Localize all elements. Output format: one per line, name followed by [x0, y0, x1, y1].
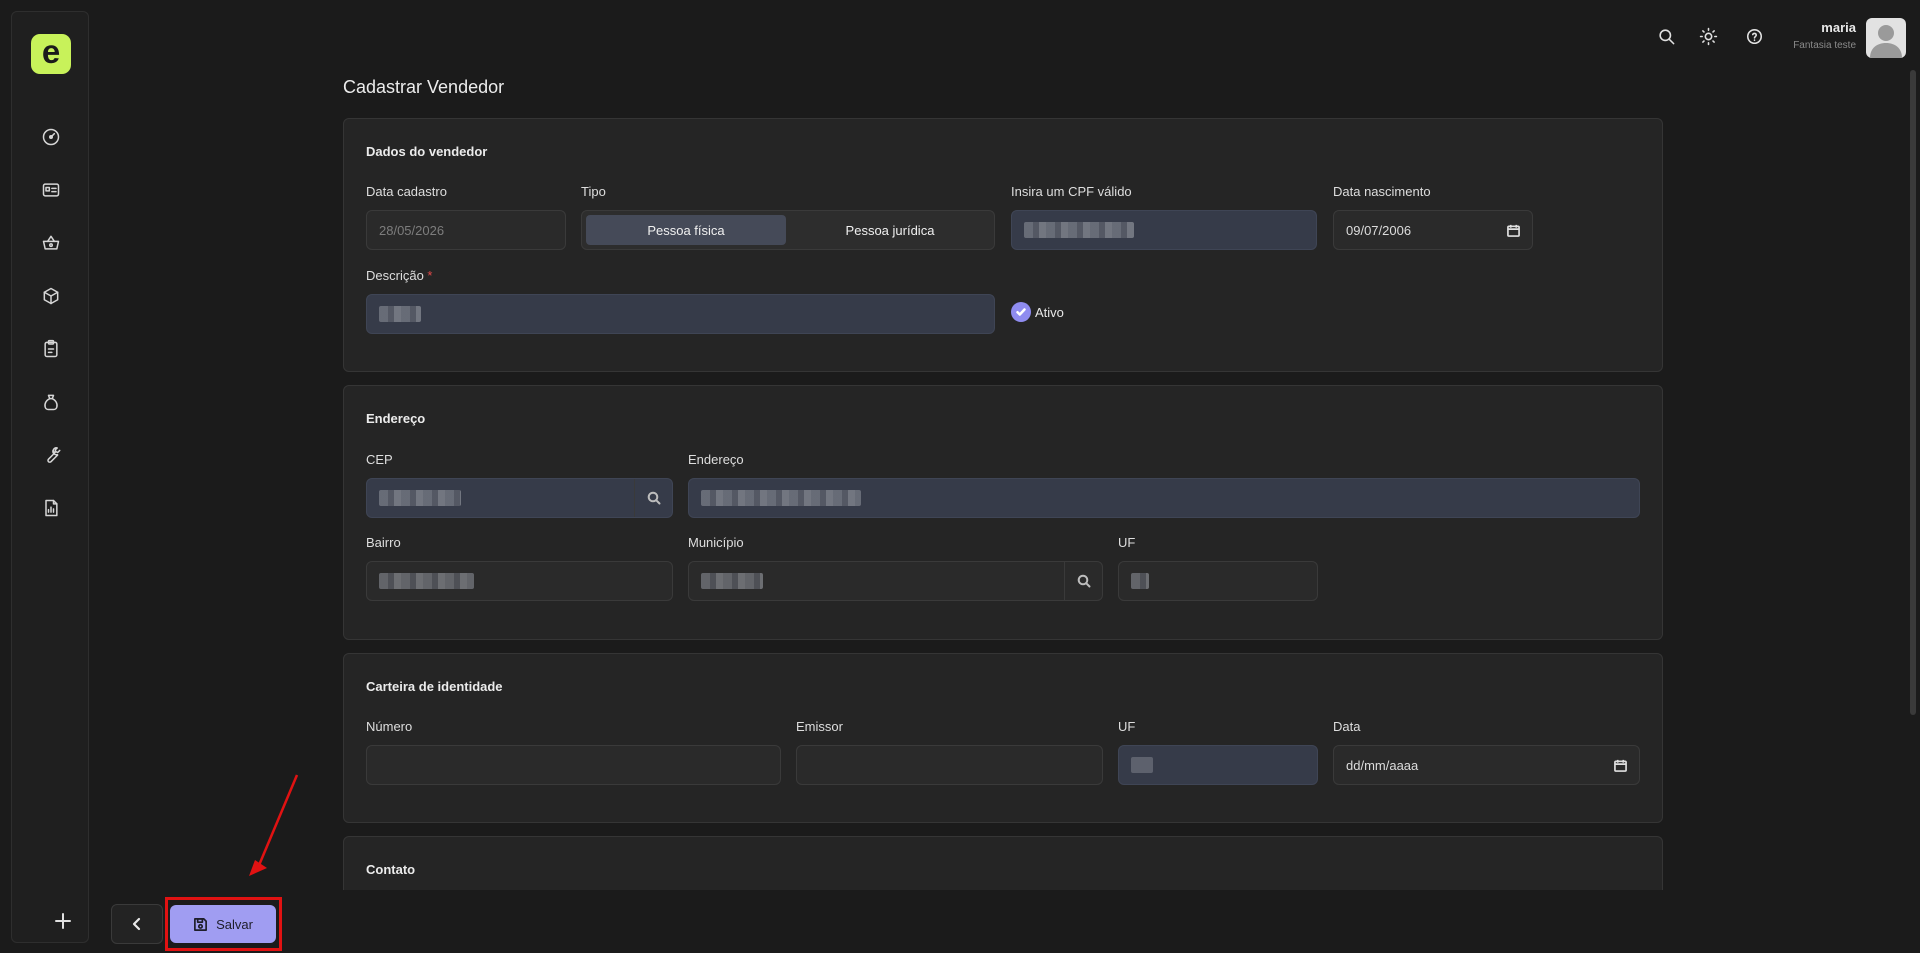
box-icon[interactable] [39, 284, 63, 308]
user-name[interactable]: maria [1821, 20, 1856, 35]
endereco-label: Endereço [688, 452, 744, 467]
cep-label: CEP [366, 452, 393, 467]
bairro-label: Bairro [366, 535, 401, 550]
data-nascimento-value: 09/07/2006 [1346, 222, 1412, 238]
wrench-icon[interactable] [39, 443, 63, 467]
sun-icon[interactable] [1696, 24, 1720, 48]
dashboard-gauge-icon[interactable] [39, 125, 63, 149]
bairro-value-redacted [379, 573, 474, 589]
numero-label: Número [366, 719, 413, 734]
cpf-input[interactable] [1011, 210, 1317, 250]
search-icon[interactable] [1654, 24, 1678, 48]
sidebar: e [11, 11, 89, 943]
clipboard-icon[interactable] [39, 337, 63, 361]
emissor-label: Emissor [796, 719, 843, 734]
data-cadastro-field[interactable]: 28/05/2026 [366, 210, 566, 250]
tipo-option-pessoa-fisica[interactable]: Pessoa física [586, 215, 786, 245]
required-mark: * [427, 268, 433, 283]
logo-letter: e [41, 33, 61, 70]
card-carteira-identidade: Carteira de identidade Número Emissor UF… [343, 653, 1663, 823]
rg-uf-label: UF [1118, 719, 1136, 734]
uf-value-redacted [1131, 573, 1149, 589]
bairro-input[interactable] [366, 561, 673, 601]
rg-data-placeholder: dd/mm/aaaa [1346, 757, 1419, 773]
id-card-icon[interactable] [39, 178, 63, 202]
descricao-label-text: Descrição [366, 268, 424, 283]
cpf-value-redacted [1024, 222, 1134, 238]
chevron-left-icon [132, 917, 141, 931]
section-title-carteira: Carteira de identidade [366, 679, 503, 694]
footer-backdrop [343, 890, 1663, 953]
data-nascimento-label: Data nascimento [1333, 184, 1431, 199]
page-scrollbar[interactable] [1910, 70, 1916, 715]
numero-input[interactable] [366, 745, 781, 785]
rg-uf-input[interactable] [1118, 745, 1318, 785]
avatar[interactable] [1866, 18, 1906, 58]
cep-input[interactable] [366, 478, 673, 518]
check-icon[interactable] [1011, 302, 1031, 322]
card-endereco: Endereço CEP Endereço Bairro Município U… [343, 385, 1663, 640]
descricao-input[interactable] [366, 294, 995, 334]
rg-data-input[interactable]: dd/mm/aaaa [1333, 745, 1640, 785]
brand-logo[interactable]: e [31, 34, 71, 74]
municipio-input[interactable] [688, 561, 1103, 601]
annotation-arrow-icon [249, 774, 299, 876]
rg-data-label: Data [1333, 719, 1361, 734]
rg-uf-value-redacted [1131, 757, 1153, 773]
endereco-value-redacted [701, 490, 861, 506]
municipio-label: Município [688, 535, 744, 550]
tipo-option-pessoa-juridica[interactable]: Pessoa jurídica [790, 215, 990, 245]
data-cadastro-value: 28/05/2026 [379, 222, 445, 238]
ativo-label: Ativo [1035, 304, 1064, 320]
section-title-dados-vendedor: Dados do vendedor [366, 144, 488, 159]
calendar-icon[interactable] [1614, 759, 1627, 772]
back-button[interactable] [111, 904, 163, 944]
municipio-search-icon[interactable] [1064, 562, 1102, 600]
uf-label: UF [1118, 535, 1136, 550]
calendar-icon[interactable] [1507, 224, 1520, 237]
cep-search-icon[interactable] [634, 479, 672, 517]
data-nascimento-input[interactable]: 09/07/2006 [1333, 210, 1533, 250]
uf-input[interactable] [1118, 561, 1318, 601]
cpf-label: Insira um CPF válido [1011, 184, 1132, 199]
section-title-contato: Contato [366, 862, 416, 877]
descricao-value-redacted [379, 306, 421, 322]
plus-icon[interactable] [52, 910, 74, 932]
help-icon[interactable] [1742, 24, 1766, 48]
descricao-label: Descrição * [366, 268, 432, 283]
endereco-input[interactable] [688, 478, 1640, 518]
highlight-box [165, 897, 282, 951]
page-title: Cadastrar Vendedor [343, 77, 505, 97]
money-bag-icon[interactable] [39, 390, 63, 414]
cep-value-redacted [379, 490, 461, 506]
municipio-value-redacted [701, 573, 763, 589]
report-icon[interactable] [39, 496, 63, 520]
shopping-basket-icon[interactable] [39, 231, 63, 255]
ativo-checkbox[interactable]: Ativo [1011, 302, 1064, 322]
tipo-label: Tipo [581, 184, 606, 199]
user-company: Fantasia teste [1793, 40, 1856, 51]
card-contato: Contato [343, 836, 1663, 896]
emissor-input[interactable] [796, 745, 1103, 785]
data-cadastro-label: Data cadastro [366, 184, 447, 199]
tipo-toggle-group: Pessoa física Pessoa jurídica [581, 210, 995, 250]
card-dados-vendedor: Dados do vendedor Data cadastro 28/05/20… [343, 118, 1663, 372]
section-title-endereco: Endereço [366, 411, 426, 426]
